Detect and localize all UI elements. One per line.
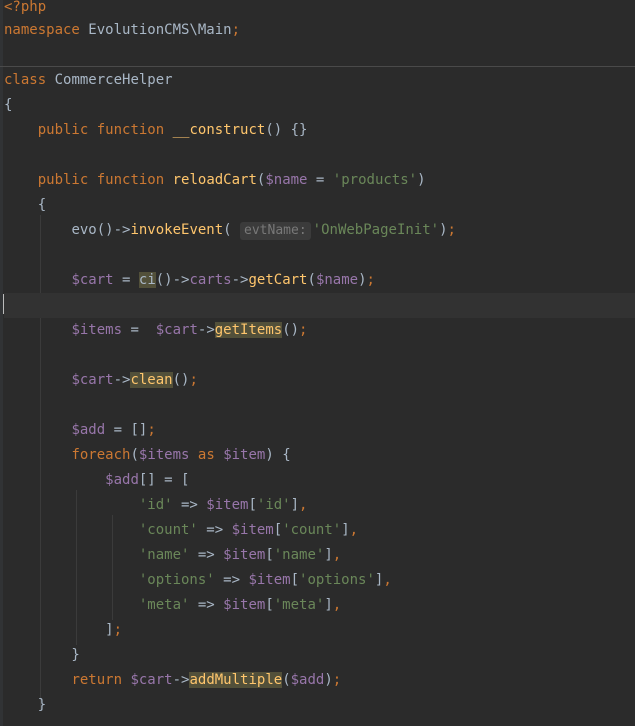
code-line[interactable]: }: [4, 693, 635, 718]
code-line[interactable]: $add[] = [: [4, 468, 635, 493]
code-line[interactable]: {: [4, 193, 635, 218]
options-key: 'options': [299, 572, 375, 588]
code-line[interactable]: public function __construct() {}: [4, 118, 635, 143]
code-line[interactable]: 'id' => $item['id'],: [4, 493, 635, 518]
meta-key: 'meta': [273, 597, 325, 613]
code-line[interactable]: [4, 43, 635, 68]
code-line[interactable]: [4, 343, 635, 368]
evo-call: evo: [71, 222, 97, 238]
code-line[interactable]: $add = [];: [4, 418, 635, 443]
code-line[interactable]: $cart = ci()->carts->getCart($name);: [4, 268, 635, 293]
current-line[interactable]: [4, 293, 635, 318]
code-area[interactable]: <?php namespace EvolutionCMS\Main; class…: [4, 0, 635, 718]
item-variable: $item: [248, 572, 291, 588]
code-line[interactable]: ];: [4, 618, 635, 643]
add-variable: $add: [290, 672, 325, 688]
get-cart-method: getCart: [248, 272, 308, 288]
construct-method: __construct: [172, 122, 266, 138]
ci-call: ci: [138, 272, 156, 288]
code-line[interactable]: 'meta' => $item['meta'],: [4, 593, 635, 618]
class-keyword: class: [4, 72, 47, 88]
cart-variable: $cart: [155, 322, 198, 338]
code-line[interactable]: [4, 393, 635, 418]
name-variable: $name: [265, 172, 308, 188]
count-key: 'count': [282, 522, 342, 538]
invoke-event-method: invokeEvent: [130, 222, 224, 238]
add-variable: $add: [71, 422, 106, 438]
foreach-keyword: foreach: [71, 447, 131, 463]
code-line[interactable]: $items = $cart->getItems();: [4, 318, 635, 343]
code-line[interactable]: public function reloadCart($name = 'prod…: [4, 168, 635, 193]
id-key: 'id': [256, 497, 291, 513]
code-line[interactable]: namespace EvolutionCMS\Main;: [4, 18, 635, 43]
parameter-hint: evtName:: [240, 222, 311, 240]
cart-variable: $cart: [71, 272, 114, 288]
code-line[interactable]: evo()->invokeEvent( evtName: 'OnWebPageIn…: [4, 218, 635, 243]
add-variable: $add: [105, 472, 139, 488]
code-line[interactable]: [4, 143, 635, 168]
code-line[interactable]: }: [4, 643, 635, 668]
code-line[interactable]: 'count' => $item['count'],: [4, 518, 635, 543]
function-keyword: function: [96, 172, 165, 188]
clean-method: clean: [130, 372, 173, 388]
cart-variable: $cart: [130, 672, 173, 688]
code-line[interactable]: 'name' => $item['name'],: [4, 543, 635, 568]
reload-cart-method: reloadCart: [172, 172, 257, 188]
products-string: 'products': [332, 172, 418, 188]
namespace-name: EvolutionCMS\Main: [79, 22, 232, 38]
name-key: 'name': [138, 547, 190, 563]
count-key: 'count': [138, 522, 198, 538]
meta-key: 'meta': [138, 597, 190, 613]
event-string: 'OnWebPageInit': [312, 222, 440, 238]
item-variable: $item: [206, 497, 249, 513]
as-keyword: as: [197, 447, 215, 463]
options-key: 'options': [138, 572, 215, 588]
item-variable: $item: [231, 522, 274, 538]
carts-property: carts: [189, 272, 232, 288]
namespace-keyword: namespace: [4, 22, 80, 38]
public-keyword: public: [37, 122, 89, 138]
items-variable: $items: [71, 322, 123, 338]
name-key: 'name': [273, 547, 325, 563]
code-line[interactable]: class CommerceHelper: [4, 68, 635, 93]
item-variable: $item: [223, 447, 266, 463]
code-line[interactable]: {: [4, 93, 635, 118]
name-variable: $name: [315, 272, 359, 288]
add-multiple-method: addMultiple: [189, 672, 283, 688]
return-keyword: return: [71, 672, 123, 688]
code-line[interactable]: return $cart->addMultiple($add);: [4, 668, 635, 693]
code-line[interactable]: 'options' => $item['options'],: [4, 568, 635, 593]
id-key: 'id': [138, 497, 173, 513]
public-keyword: public: [37, 172, 89, 188]
editor-gutter: [0, 0, 3, 726]
php-open-tag: <?php: [4, 0, 47, 15]
items-variable: $items: [138, 447, 190, 463]
code-line[interactable]: $cart->clean();: [4, 368, 635, 393]
code-editor[interactable]: <?php namespace EvolutionCMS\Main; class…: [0, 0, 635, 726]
code-line[interactable]: [4, 243, 635, 268]
code-line[interactable]: foreach($items as $item) {: [4, 443, 635, 468]
class-name: CommerceHelper: [46, 72, 173, 88]
code-line[interactable]: <?php: [4, 0, 635, 18]
function-keyword: function: [96, 122, 165, 138]
item-variable: $item: [223, 547, 266, 563]
item-variable: $item: [223, 597, 266, 613]
get-items-method: getItems: [214, 322, 283, 338]
cart-variable: $cart: [71, 372, 114, 388]
